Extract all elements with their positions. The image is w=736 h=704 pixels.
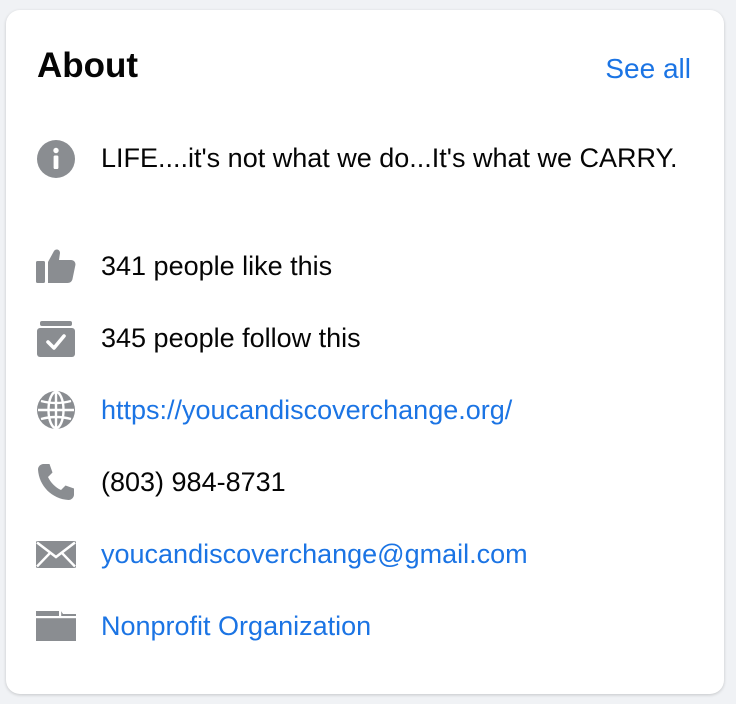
followers-text: 345 people follow this [101,323,361,353]
see-all-link[interactable]: See all [605,52,691,86]
phone-text: (803) 984-8731 [101,467,286,497]
phone-icon [35,461,77,503]
globe-icon [35,389,77,431]
info-icon [35,138,77,180]
website-link[interactable]: https://youcandiscoverchange.org/ [101,392,681,429]
email-link[interactable]: youcandiscoverchange@gmail.com [101,536,681,573]
envelope-icon [35,533,77,575]
category-link[interactable]: Nonprofit Organization [101,608,681,645]
about-card: About See all LIFE....it's not what we d… [6,10,724,694]
thumbs-up-icon [35,245,77,287]
category-icon [35,605,77,647]
follow-check-icon [35,317,77,359]
likes-text: 341 people like this [101,251,333,281]
description-text: LIFE....it's not what we do...It's what … [101,143,678,173]
about-title: About [37,46,139,85]
